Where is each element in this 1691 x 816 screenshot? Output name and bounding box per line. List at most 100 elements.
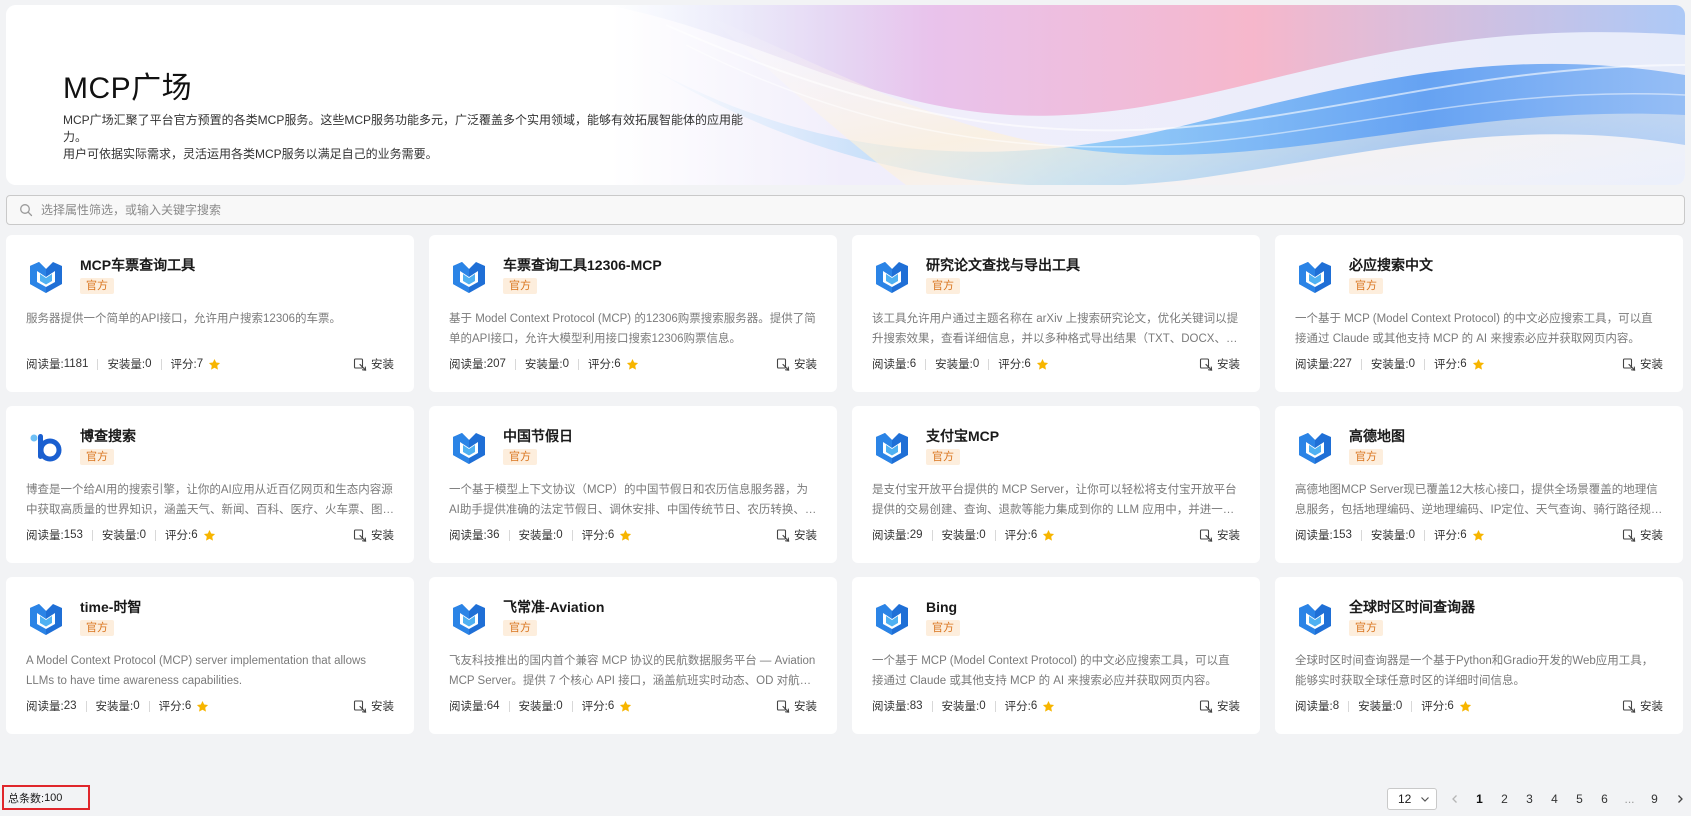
install-button[interactable]: 安装 (1622, 698, 1663, 714)
card-title[interactable]: time-时智 (80, 597, 141, 617)
page-size-select[interactable]: 12 (1387, 788, 1437, 810)
rating-label: 评分: (1421, 701, 1448, 713)
card-title[interactable]: 博查搜索 (80, 426, 136, 446)
rating-value: 6 (1030, 529, 1038, 541)
mcp-card[interactable]: 中国节假日 官方 一个基于模型上下文协议（MCP）的中国节假日和农历信息服务器，… (429, 406, 837, 563)
official-badge: 官方 (503, 449, 537, 465)
install-icon (1622, 528, 1636, 542)
mcp-card[interactable]: 车票查询工具12306-MCP 官方 基于 Model Context Prot… (429, 235, 837, 392)
card-title[interactable]: 中国节假日 (503, 426, 573, 446)
page-6[interactable]: 6 (1592, 788, 1617, 810)
page-4[interactable]: 4 (1542, 788, 1567, 810)
page-5[interactable]: 5 (1567, 788, 1592, 810)
card-title[interactable]: 全球时区时间查询器 (1349, 597, 1475, 617)
install-icon (776, 699, 790, 713)
card-title[interactable]: 高德地图 (1349, 426, 1405, 446)
card-title[interactable]: Bing (926, 597, 960, 617)
install-button[interactable]: 安装 (353, 527, 394, 543)
divider (1424, 529, 1425, 541)
install-button[interactable]: 安装 (353, 698, 394, 714)
install-count-label: 安装量: (1358, 701, 1396, 713)
divider (571, 700, 573, 712)
page-1[interactable]: 1 (1467, 788, 1492, 810)
install-count-value: 0 (979, 700, 986, 712)
star-icon (1472, 358, 1485, 371)
mcp-card[interactable]: Bing 官方 一个基于 MCP (Model Context Protocol… (852, 577, 1260, 734)
install-button-label: 安装 (794, 530, 817, 542)
install-button[interactable]: 安装 (1199, 356, 1240, 372)
mcp-card[interactable]: 博查搜索 官方 博查是一个给AI用的搜索引擎，让你的AI应用从近百亿网页和生态内… (6, 406, 414, 563)
install-button[interactable]: 安装 (1199, 698, 1240, 714)
mcp-card[interactable]: 全球时区时间查询器 官方 全球时区时间查询器是一个基于Python和Gradio… (1275, 577, 1683, 734)
divider (148, 700, 150, 712)
install-count: 安装量: 0 (96, 698, 140, 714)
card-footer: 阅读量: 1181 安装量: 0 评分: 7 安装 (26, 356, 394, 372)
install-count-label: 安装量: (1370, 530, 1409, 542)
hero-banner: MCP广场 MCP广场汇聚了平台官方预置的各类MCP服务。这些MCP服务功能多元… (6, 5, 1685, 185)
install-count: 安装量: 0 (107, 356, 151, 372)
chevron-right-icon (1677, 795, 1683, 803)
install-button[interactable]: 安装 (776, 698, 817, 714)
mcp-card[interactable]: MCP车票查询工具 官方 服务器提供一个简单的API接口，允许用户搜索12306… (6, 235, 414, 392)
install-count: 安装量: 0 (1371, 527, 1415, 543)
card-title[interactable]: 支付宝MCP (926, 426, 999, 446)
install-button[interactable]: 安装 (776, 356, 817, 372)
star-icon (1036, 358, 1049, 371)
card-header: 支付宝MCP 官方 (872, 426, 1240, 470)
mcp-card[interactable]: 飞常准-Aviation 官方 飞友科技推出的国内首个兼容 MCP 协议的民航数… (429, 577, 837, 734)
page-last[interactable]: 9 (1642, 788, 1667, 810)
card-footer: 阅读量: 23 安装量: 0 评分: 6 安装 (26, 698, 394, 714)
official-badge: 官方 (503, 278, 537, 294)
mcp-card[interactable]: 研究论文查找与导出工具 官方 该工具允许用户通过主题名称在 arXiv 上搜索研… (852, 235, 1260, 392)
divider (1360, 529, 1362, 541)
page-description-line-1: MCP广场汇聚了平台官方预置的各类MCP服务。这些MCP服务功能多元，广泛覆盖多… (63, 113, 744, 144)
card-title[interactable]: 飞常准-Aviation (503, 597, 604, 617)
rating-value: 6 (1030, 700, 1038, 712)
card-description: 飞友科技推出的国内首个兼容 MCP 协议的民航数据服务平台 — Aviation… (449, 655, 816, 687)
star-icon (203, 529, 216, 542)
prev-page-button[interactable] (1442, 788, 1467, 810)
read-count-label: 阅读量: (26, 530, 64, 542)
read-count-value: 36 (486, 529, 500, 541)
read-count: 阅读量: 83 (872, 698, 923, 714)
page-2[interactable]: 2 (1492, 788, 1517, 810)
rating-value: 6 (607, 700, 615, 712)
rating: 评分: 6 (1434, 356, 1485, 372)
read-count: 阅读量: 36 (449, 527, 500, 543)
install-count-value: 0 (1395, 700, 1403, 712)
card-footer: 阅读量: 153 安装量: 0 评分: 6 安装 (1295, 527, 1663, 543)
divider (994, 529, 996, 541)
read-count-value: 227 (1332, 358, 1352, 370)
install-button-label: 安装 (1640, 359, 1663, 371)
mcp-card[interactable]: 支付宝MCP 官方 是支付宝开放平台提供的 MCP Server，让你可以轻松将… (852, 406, 1260, 563)
search-input[interactable] (41, 203, 1684, 217)
divider (994, 700, 996, 712)
install-button[interactable]: 安装 (1622, 527, 1663, 543)
install-button[interactable]: 安装 (353, 356, 394, 372)
page-3[interactable]: 3 (1517, 788, 1542, 810)
mcp-logo-icon (1295, 599, 1335, 639)
card-title[interactable]: 车票查询工具12306-MCP (503, 255, 662, 275)
install-button[interactable]: 安装 (1199, 527, 1240, 543)
install-button[interactable]: 安装 (1622, 356, 1663, 372)
card-header: 飞常准-Aviation 官方 (449, 597, 817, 641)
card-title[interactable]: MCP车票查询工具 (80, 255, 195, 275)
install-count-label: 安装量: (518, 530, 557, 542)
install-icon (776, 357, 790, 371)
read-count-value: 8 (1332, 700, 1340, 712)
card-title-group: MCP车票查询工具 官方 (80, 255, 195, 294)
search-bar[interactable] (6, 195, 1685, 225)
next-page-button[interactable] (1667, 788, 1691, 810)
mcp-card[interactable]: time-时智 官方 A Model Context Protocol (MCP… (6, 577, 414, 734)
rating-label: 评分: (588, 359, 615, 371)
mcp-card[interactable]: 必应搜索中文 官方 一个基于 MCP (Model Context Protoc… (1275, 235, 1683, 392)
install-button[interactable]: 安装 (776, 527, 817, 543)
chevron-left-icon (1451, 795, 1457, 803)
card-title[interactable]: 必应搜索中文 (1349, 255, 1433, 275)
mcp-card[interactable]: 高德地图 官方 高德地图MCP Server现已覆盖12大核心接口，提供全场景覆… (1275, 406, 1683, 563)
card-title-group: 支付宝MCP 官方 (926, 426, 999, 465)
star-icon (1472, 529, 1485, 542)
card-header: 必应搜索中文 官方 (1295, 255, 1663, 299)
page-ellipsis[interactable]: ... (1617, 788, 1642, 810)
card-title[interactable]: 研究论文查找与导出工具 (926, 255, 1080, 275)
